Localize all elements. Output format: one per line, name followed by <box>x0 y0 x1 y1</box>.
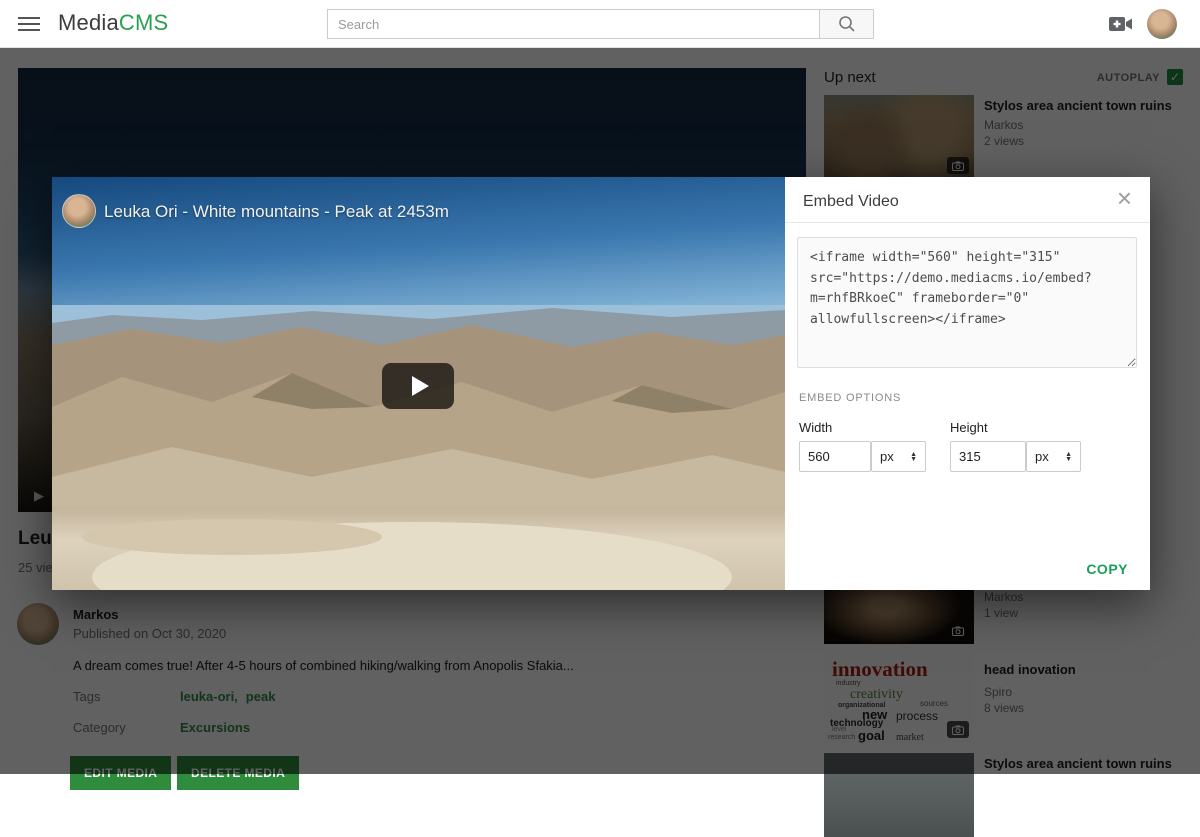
play-button[interactable] <box>382 363 454 409</box>
upload-video-icon[interactable] <box>1109 15 1133 33</box>
close-icon[interactable]: × <box>1117 185 1132 211</box>
width-unit-select[interactable]: px ▲▼ <box>871 441 926 472</box>
copy-button[interactable]: COPY <box>1086 561 1128 577</box>
logo[interactable]: MediaCMS <box>58 10 168 36</box>
height-unit-value: px <box>1035 449 1049 464</box>
user-avatar[interactable] <box>1147 9 1177 39</box>
video-preview[interactable]: Leuka Ori - White mountains - Peak at 24… <box>52 177 785 590</box>
search-icon <box>838 15 856 33</box>
top-bar: MediaCMS <box>0 0 1200 48</box>
width-unit-value: px <box>880 449 894 464</box>
width-input[interactable] <box>799 441 871 472</box>
embed-panel: Embed Video × <iframe width="560" height… <box>785 177 1150 590</box>
embed-video-modal: Leuka Ori - White mountains - Peak at 24… <box>52 177 1150 590</box>
height-label: Height <box>950 420 988 435</box>
logo-cms: CMS <box>119 10 169 35</box>
logo-media: Media <box>58 10 119 35</box>
width-label: Width <box>799 420 832 435</box>
modal-title: Embed Video <box>803 193 899 211</box>
video-author-avatar <box>62 194 96 228</box>
height-unit-select[interactable]: px ▲▼ <box>1026 441 1081 472</box>
hamburger-menu-icon[interactable] <box>18 17 40 31</box>
divider <box>785 222 1150 223</box>
spinner-icon[interactable]: ▲▼ <box>1065 452 1072 462</box>
video-title-overlay: Leuka Ori - White mountains - Peak at 24… <box>104 202 449 222</box>
height-input[interactable] <box>950 441 1026 472</box>
play-icon <box>412 376 429 396</box>
embed-options-label: EMBED OPTIONS <box>799 392 901 404</box>
spinner-icon[interactable]: ▲▼ <box>910 452 917 462</box>
search-input[interactable] <box>327 9 819 39</box>
embed-code-textarea[interactable]: <iframe width="560" height="315" src="ht… <box>797 237 1137 368</box>
search-button[interactable] <box>819 9 874 39</box>
